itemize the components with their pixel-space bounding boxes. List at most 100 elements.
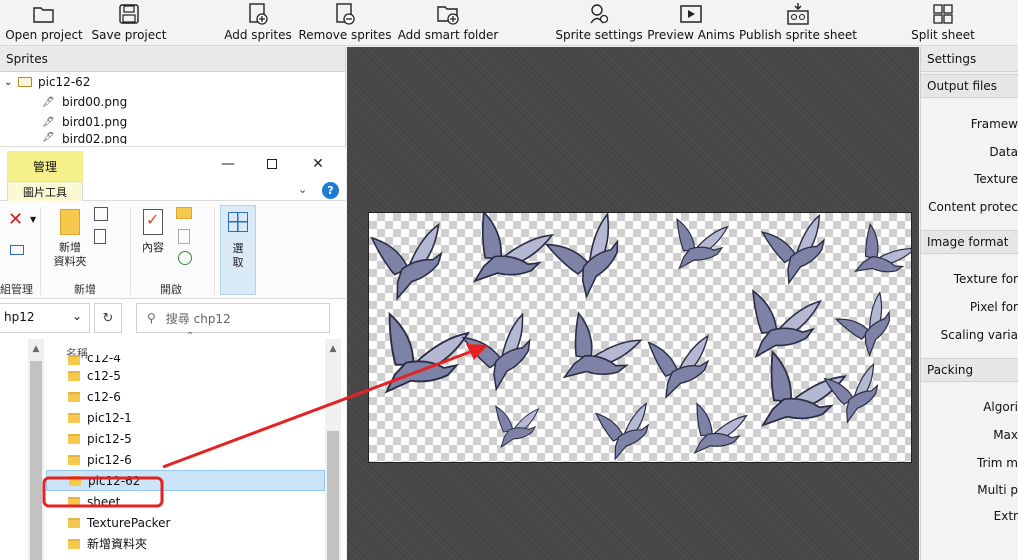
sort-chevron-icon: ⌃	[186, 331, 195, 342]
bird-sprite[interactable]	[631, 329, 727, 407]
save-project-button[interactable]: Save project	[90, 0, 168, 46]
publish-sprite-sheet-button[interactable]: Publish sprite sheet	[739, 0, 857, 46]
section-output-files[interactable]: Output files	[921, 74, 1018, 98]
list-item[interactable]: c12-4	[46, 355, 325, 365]
bird-sprite[interactable]	[447, 212, 561, 311]
explorer-titlebar: 管理 — ✕	[0, 147, 346, 181]
context-tab-manage[interactable]: 管理	[7, 151, 83, 181]
publish-sprite-sheet-label: Publish sprite sheet	[739, 28, 857, 42]
bird-sprite[interactable]	[635, 212, 759, 287]
folder-icon	[68, 517, 80, 528]
open-button[interactable]	[176, 207, 206, 225]
sprite-folder-row[interactable]: ⌄ pic12-62	[0, 72, 345, 92]
list-item[interactable]: c12-5	[46, 365, 325, 386]
sprite-file-icon: 🖋	[42, 132, 55, 143]
history-button[interactable]	[178, 251, 196, 269]
edit-button[interactable]	[178, 229, 196, 247]
folder-icon	[68, 370, 80, 381]
bird-sprite[interactable]	[449, 306, 555, 406]
multipack-label: Multi p	[977, 483, 1018, 497]
file-name: sheet	[87, 494, 121, 509]
tab-picture-tools[interactable]: 圖片工具	[7, 181, 83, 201]
list-item[interactable]: pic12-5	[46, 428, 325, 449]
select-label: 選 取	[232, 242, 244, 269]
new-folder-button[interactable]: 新增 資料夾	[50, 205, 90, 277]
section-image-format[interactable]: Image format	[921, 230, 1018, 254]
list-item-selected[interactable]: pic12-62	[46, 470, 325, 491]
search-icon: ⚲	[147, 311, 156, 325]
ribbon-separator	[214, 207, 215, 295]
chevron-down-icon[interactable]: ⌄	[298, 183, 307, 196]
file-name: c12-6	[87, 389, 121, 404]
chevron-down-icon[interactable]: ⌄	[72, 309, 82, 323]
folder-icon	[176, 207, 192, 219]
select-button[interactable]: 選 取	[220, 205, 256, 295]
chevron-down-icon[interactable]: ⌄	[4, 77, 18, 88]
sprite-folder-label: pic12-62	[38, 75, 91, 89]
easy-access-button[interactable]	[94, 229, 120, 247]
save-project-label: Save project	[91, 28, 167, 42]
maximize-button[interactable]	[250, 147, 294, 181]
sprite-settings-label: Sprite settings	[555, 28, 643, 42]
sprite-file-row[interactable]: 🖋 bird02.png	[0, 132, 345, 144]
search-input[interactable]: ⚲ 搜尋 chp12	[136, 303, 330, 333]
address-text: hp12	[4, 310, 35, 324]
publish-icon	[785, 2, 811, 26]
chevron-down-icon: ▼	[30, 215, 37, 224]
ribbon-separator	[130, 207, 131, 295]
scrollbar-thumb[interactable]	[30, 361, 42, 560]
bird-sprite[interactable]	[462, 399, 566, 458]
copy-icon	[94, 207, 108, 221]
help-icon[interactable]: ?	[322, 182, 339, 199]
preview-anims-button[interactable]: Preview Anims	[647, 0, 735, 46]
remove-sprite-icon	[332, 2, 358, 26]
sprite-file-row[interactable]: 🖋 bird00.png	[0, 92, 345, 112]
list-item[interactable]: pic12-6	[46, 449, 325, 470]
bird-sprite[interactable]	[570, 395, 679, 463]
sprite-settings-button[interactable]: Sprite settings	[555, 0, 643, 46]
file-name: c12-4	[87, 355, 121, 365]
file-name: pic12-6	[87, 452, 132, 467]
sprite-sheet-preview[interactable]	[368, 212, 912, 463]
add-smart-folder-button[interactable]: Add smart folder	[398, 0, 498, 46]
file-list-scrollbar[interactable]: ▲	[325, 339, 341, 560]
rename-icon[interactable]	[10, 245, 24, 255]
remove-sprites-button[interactable]: Remove sprites	[298, 0, 392, 46]
open-project-button[interactable]: Open project	[2, 0, 86, 46]
list-item[interactable]: pic12-1	[46, 407, 325, 428]
bird-sprite[interactable]	[368, 213, 456, 316]
preview-anims-label: Preview Anims	[647, 28, 735, 42]
sprite-file-icon: 🖋	[42, 116, 55, 128]
max-size-label: Max	[993, 428, 1018, 442]
nav-pane-scrollbar[interactable]: ▲	[28, 339, 44, 560]
new-item-button[interactable]	[94, 207, 120, 225]
add-sprites-button[interactable]: Add sprites	[222, 0, 294, 46]
close-icon: ✕	[312, 156, 324, 172]
split-sheet-icon	[930, 2, 956, 26]
scroll-up-icon[interactable]: ▲	[28, 341, 44, 357]
bird-sprite[interactable]	[534, 212, 645, 318]
scroll-up-icon[interactable]: ▲	[325, 341, 341, 357]
sprite-file-row[interactable]: 🖋 bird01.png	[0, 112, 345, 132]
list-item[interactable]: 新增資料夾	[46, 533, 325, 554]
delete-button[interactable]: ✕ ▼	[8, 209, 38, 237]
list-item[interactable]: c12-6	[46, 386, 325, 407]
split-sheet-button[interactable]: Split sheet	[908, 0, 978, 46]
remove-sprites-label: Remove sprites	[298, 28, 392, 42]
folder-icon	[18, 77, 32, 87]
section-packing[interactable]: Packing	[921, 358, 1018, 382]
extrude-label: Extr	[993, 509, 1018, 523]
minimize-button[interactable]: —	[206, 147, 250, 181]
trim-mode-label: Trim m	[976, 456, 1018, 470]
properties-button[interactable]: ✓ 內容	[138, 205, 168, 277]
address-bar[interactable]: hp12 ⌄	[0, 303, 90, 333]
refresh-button[interactable]: ↻	[94, 303, 122, 333]
ribbon-separator	[40, 207, 41, 295]
folder-open-icon	[31, 2, 57, 26]
close-button[interactable]: ✕	[296, 147, 340, 181]
file-name: pic12-1	[87, 410, 132, 425]
list-item[interactable]: TexturePacker	[46, 512, 325, 533]
folder-icon	[68, 538, 80, 549]
scrollbar-thumb[interactable]	[327, 431, 339, 560]
list-item[interactable]: sheet	[46, 491, 325, 512]
